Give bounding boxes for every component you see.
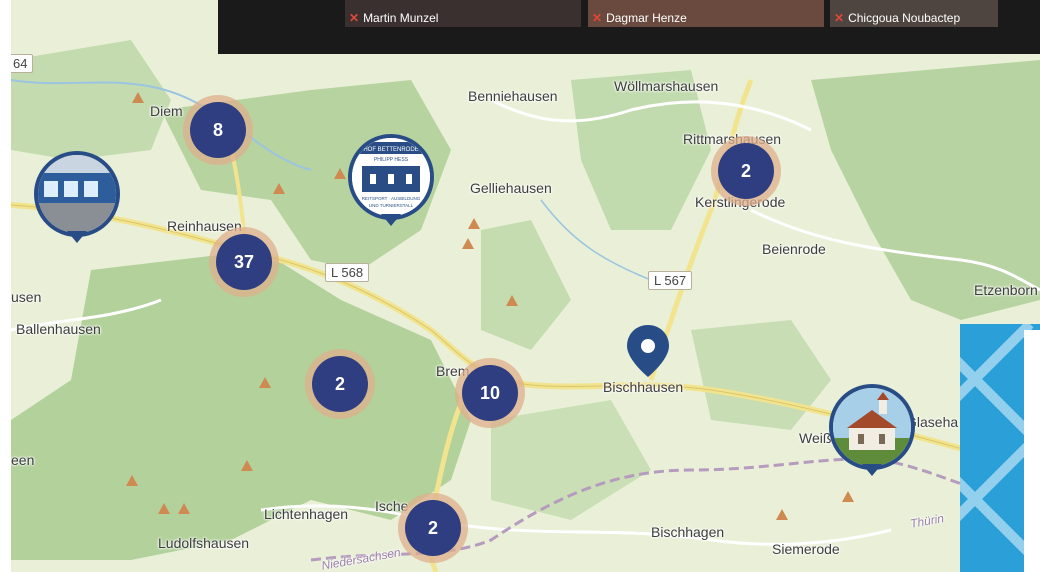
cluster-marker-rittmarshausen[interactable]: 2 [711, 136, 781, 206]
participant-tile[interactable]: ✕ Dagmar Henze [588, 0, 824, 27]
route-badge-l567: L 567 [648, 271, 693, 290]
photo-marker-chapel[interactable] [829, 384, 915, 484]
cluster-marker-bremke[interactable]: 10 [455, 358, 525, 428]
photo-marker-shop[interactable] [34, 151, 120, 251]
map-canvas[interactable]: Diem Benniehausen Wöllmarshausen Rittmar… [11, 0, 1040, 572]
video-conference-strip: ✕ Martin Munzel ✕ Dagmar Henze ✕ Chicgou… [218, 0, 1040, 54]
place-label: Weiß [799, 430, 832, 446]
cluster-marker-forest[interactable]: 2 [305, 349, 375, 419]
place-label: Ludolfshausen [158, 535, 250, 551]
cluster-count: 8 [190, 102, 246, 158]
cluster-count: 37 [216, 234, 272, 290]
cluster-count: 2 [312, 356, 368, 412]
location-pin-bischhausen[interactable] [625, 323, 671, 379]
place-label: Gelliehausen [470, 180, 552, 196]
place-label: usen [11, 289, 42, 305]
cluster-marker-diemarden[interactable]: 8 [183, 95, 253, 165]
place-label: Ballenhausen [16, 321, 101, 337]
place-label: Wöllmarshausen [614, 78, 719, 94]
marker-tip [862, 464, 882, 476]
location-pin-icon [627, 325, 669, 377]
place-label: Diem [150, 103, 183, 119]
route-badge-64: 64 [11, 54, 34, 73]
photo-marker-riding-stable[interactable]: HOF BETTENRODE PHILIPP HESS REITSPORT · … [348, 134, 434, 234]
participant-name-badge: ✕ Dagmar Henze [592, 11, 687, 25]
place-label: Etzenborn [974, 282, 1038, 298]
cluster-marker-reinhausen[interactable]: 37 [209, 227, 279, 297]
cluster-marker-ischenrode[interactable]: 2 [398, 493, 468, 563]
promo-banner-edge[interactable] [960, 324, 1040, 572]
place-label: Beienrode [762, 241, 826, 257]
banner-pattern [960, 324, 1040, 572]
participant-name-badge: ✕ Martin Munzel [349, 11, 438, 25]
marker-tip [67, 231, 87, 243]
participant-name: Chicgoua Noubactep [848, 11, 961, 25]
muted-mic-icon: ✕ [592, 11, 603, 25]
cluster-count: 2 [405, 500, 461, 556]
cluster-count: 2 [718, 143, 774, 199]
participant-tile[interactable]: ✕ Martin Munzel [345, 0, 581, 27]
map-base-layer [11, 40, 1040, 572]
logo-line: PHILIPP HESS [374, 157, 409, 163]
logo-line: UND TURNIERSTALL [369, 203, 414, 208]
participant-tile[interactable]: ✕ Chicgoua Noubactep [830, 0, 998, 27]
place-label: Bischhagen [651, 524, 725, 540]
place-label: Lichtenhagen [264, 506, 349, 522]
participant-name: Martin Munzel [363, 11, 439, 25]
logo-line: HOF BETTENRODE [363, 147, 418, 153]
riding-stable-logo-icon: HOF BETTENRODE PHILIPP HESS REITSPORT · … [348, 134, 434, 220]
storefront-photo-icon [34, 151, 120, 237]
muted-mic-icon: ✕ [349, 11, 360, 25]
cluster-count: 10 [462, 365, 518, 421]
place-label: een [11, 452, 35, 468]
place-label: Benniehausen [468, 88, 558, 104]
muted-mic-icon: ✕ [834, 11, 845, 25]
chapel-photo-icon [829, 384, 915, 470]
route-badge-l568: L 568 [325, 263, 370, 282]
place-label: Siemerode [772, 541, 840, 557]
marker-tip [381, 214, 401, 226]
participant-name-badge: ✕ Chicgoua Noubactep [834, 11, 960, 25]
participant-name: Dagmar Henze [606, 11, 687, 25]
place-label: Bischhausen [603, 379, 684, 395]
logo-line: REITSPORT · AUSBILDUNG [362, 196, 421, 201]
